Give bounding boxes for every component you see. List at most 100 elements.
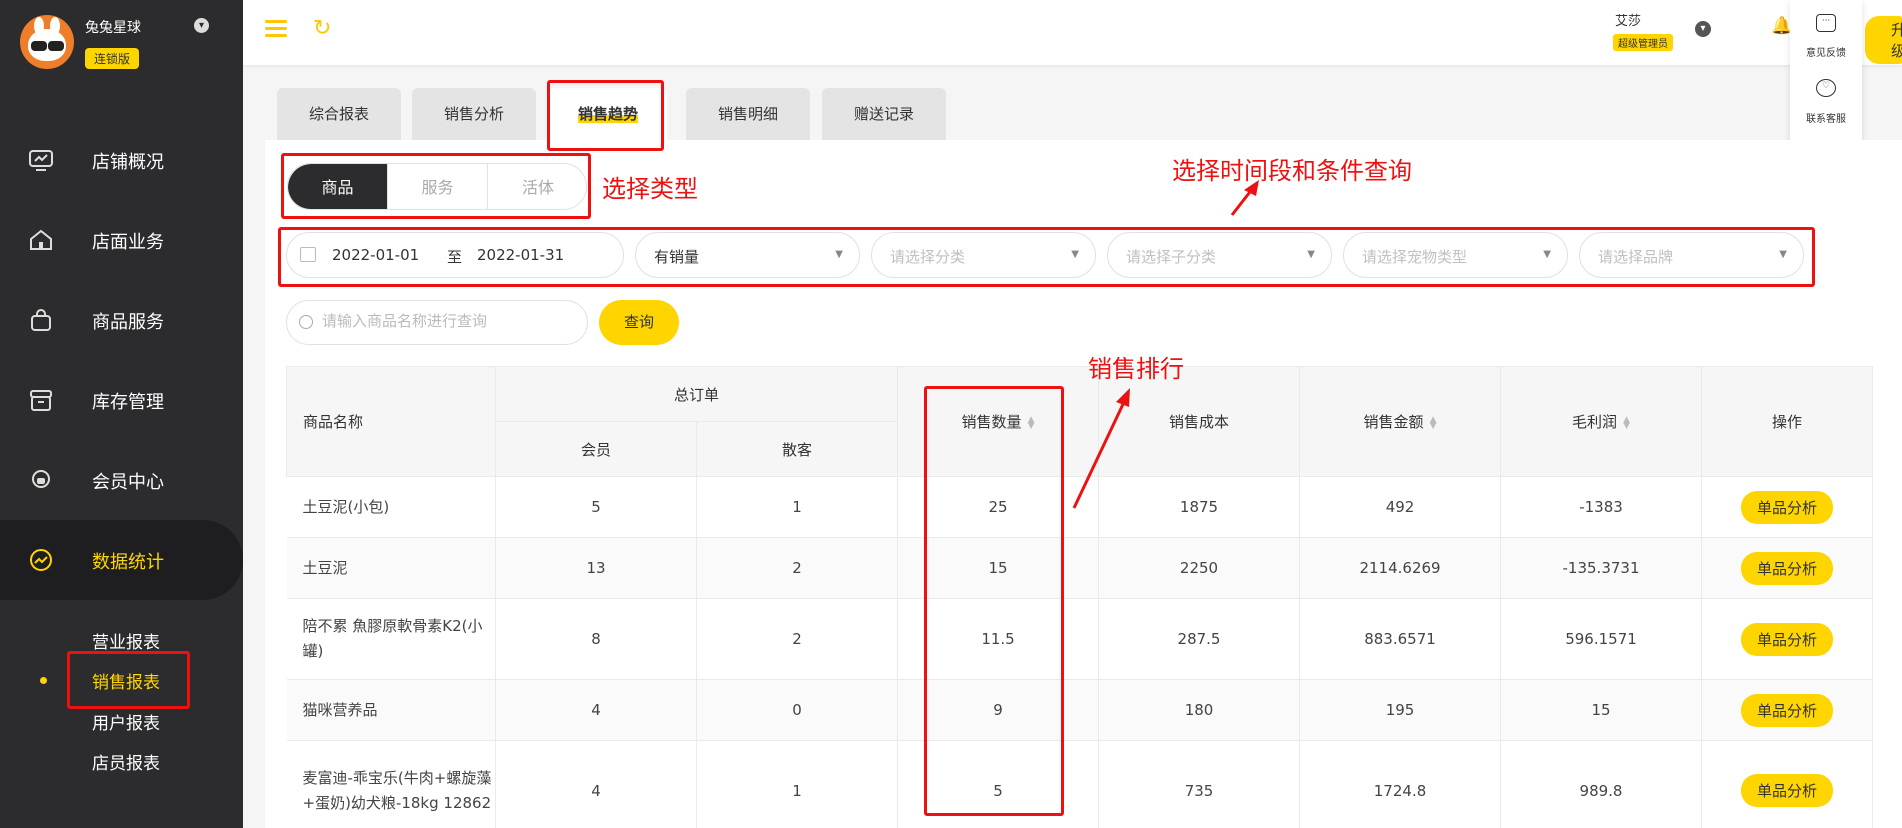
chevron-down-icon[interactable]: ▾: [1695, 21, 1711, 37]
nav-label: 商品服务: [92, 312, 164, 333]
annotation-box-filters: [278, 227, 1815, 287]
monitor-icon: [29, 150, 53, 171]
cell-profit: -135.3731: [1500, 537, 1703, 599]
nav-item-member-center[interactable]: 会员中心: [0, 450, 243, 510]
annotation-box-tab: [547, 80, 664, 151]
cell-action: 单品分析: [1701, 740, 1874, 828]
cell-name: 陪不累 魚膠原軟骨素K2(小罐): [286, 598, 496, 680]
tab-sales-detail[interactable]: 销售明细: [686, 88, 810, 140]
nav-label: 会员中心: [92, 472, 164, 493]
tab-sales-analysis[interactable]: 销售分析: [412, 88, 536, 140]
cell-action: 单品分析: [1701, 679, 1874, 741]
cell-amount: 195: [1299, 679, 1502, 741]
single-analysis-button[interactable]: 单品分析: [1741, 490, 1834, 524]
nav-label: 店面业务: [92, 232, 164, 253]
store-name: 兔兔星球: [85, 20, 141, 36]
cell-name: 麦富迪-乖宝乐(牛肉+螺旋藻+蛋奶)幼犬粮-18kg 12862: [286, 740, 496, 828]
subnav-business-report[interactable]: 营业报表: [92, 628, 160, 653]
cell-member: 8: [495, 598, 697, 680]
topbar: ↻ 艾莎 超级管理员 ▾ 🔔 升级: [243, 0, 1902, 65]
bell-icon[interactable]: 🔔: [1771, 16, 1792, 36]
nav-item-goods-service[interactable]: 商品服务: [0, 290, 243, 350]
nav-item-store-overview[interactable]: 店铺概况: [0, 130, 243, 190]
cell-guest: 2: [696, 537, 899, 599]
cell-cost: 180: [1098, 679, 1301, 741]
header-label: 销售金额: [1363, 413, 1424, 431]
cell-amount: 883.6571: [1299, 598, 1502, 680]
headset-icon: [32, 470, 50, 488]
annotation-box-segment: [281, 153, 591, 219]
query-button[interactable]: 查询: [599, 300, 679, 345]
cell-amount: 2114.6269: [1299, 537, 1502, 599]
customer-service-icon[interactable]: ♡: [1816, 79, 1836, 97]
annotation-box-qty-column: [924, 386, 1064, 816]
cell-profit: 15: [1500, 679, 1703, 741]
chart-icon: [30, 549, 52, 571]
search-box: [286, 300, 588, 345]
nav-label: 库存管理: [92, 392, 164, 413]
cell-name: 土豆泥(小包): [286, 476, 496, 538]
header-sales-amount[interactable]: 销售金额 ▲ ▼: [1299, 366, 1502, 477]
cell-amount: 1724.8: [1299, 740, 1502, 828]
cell-name: 土豆泥: [286, 537, 496, 599]
annotation-box-sales-report: [67, 651, 190, 709]
user-role-badge: 超级管理员: [1613, 34, 1673, 51]
search-icon: [299, 315, 313, 329]
bag-icon: [31, 309, 51, 331]
search-input[interactable]: [322, 312, 572, 330]
table-row: 土豆泥 13 2 15 2250 2114.6269 -135.3731 单品分…: [286, 537, 1874, 599]
subnav-staff-report[interactable]: 店员报表: [92, 749, 160, 774]
nav-item-inventory[interactable]: 库存管理: [0, 370, 243, 430]
subnav-user-report[interactable]: 用户报表: [92, 709, 160, 734]
user-name: 艾莎: [1615, 14, 1642, 29]
active-dot: [40, 677, 47, 684]
header-guest: 散客: [695, 421, 899, 477]
nav-item-data-stats[interactable]: 数据统计: [0, 520, 243, 600]
annotation-time-filter: 选择时间段和条件查询: [1172, 157, 1412, 185]
cell-guest: 1: [696, 476, 899, 538]
single-analysis-button[interactable]: 单品分析: [1741, 774, 1834, 807]
cell-profit: -1383: [1500, 476, 1703, 538]
single-analysis-button[interactable]: 单品分析: [1741, 693, 1834, 727]
sort-icon[interactable]: ▲ ▼: [1623, 415, 1630, 430]
home-icon: [30, 229, 52, 250]
table-row: 麦富迪-乖宝乐(牛肉+螺旋藻+蛋奶)幼犬粮-18kg 12862 4 1 5 7…: [286, 740, 1874, 828]
cell-amount: 492: [1299, 476, 1502, 538]
cell-member: 4: [495, 679, 697, 741]
header-product-name: 商品名称: [286, 366, 496, 477]
nav-label: 数据统计: [92, 552, 164, 573]
cell-guest: 2: [696, 598, 899, 680]
feedback-panel: ··· 意见反馈 ♡ 联系客服 ⌄: [1790, 0, 1862, 160]
feedback-label[interactable]: 意见反馈: [1790, 44, 1862, 59]
store-edition-badge: 连锁版: [85, 48, 140, 69]
single-analysis-button[interactable]: 单品分析: [1741, 551, 1834, 585]
cell-cost: 735: [1098, 740, 1301, 828]
cell-cost: 2250: [1098, 537, 1301, 599]
box-icon: [30, 390, 52, 411]
tab-overall-report[interactable]: 综合报表: [277, 88, 401, 140]
cell-member: 4: [495, 740, 697, 828]
cell-member: 5: [495, 476, 697, 538]
header-total-orders: 总订单: [494, 366, 899, 422]
single-analysis-button[interactable]: 单品分析: [1741, 622, 1834, 656]
menu-icon[interactable]: [265, 20, 287, 38]
refresh-icon[interactable]: ↻: [313, 16, 331, 41]
sales-table: 商品名称 总订单 销售数量 ▲ ▼ 销售成本 销售金额 ▲ ▼ 毛利润 ▲ ▼ 操作 会员 …: [286, 366, 1874, 828]
header-gross-profit[interactable]: 毛利润 ▲ ▼: [1500, 366, 1703, 477]
header-member: 会员: [495, 421, 697, 477]
cell-guest: 0: [696, 679, 899, 741]
cell-member: 13: [495, 537, 697, 599]
upgrade-button[interactable]: 升级: [1865, 16, 1902, 64]
annotation-sales-rank: 销售排行: [1088, 355, 1184, 383]
chevron-down-icon[interactable]: ▾: [194, 18, 209, 33]
tab-gift-record[interactable]: 赠送记录: [822, 88, 946, 140]
header-label: 毛利润: [1572, 413, 1618, 431]
header-action: 操作: [1701, 366, 1874, 477]
customer-service-label[interactable]: 联系客服: [1790, 110, 1862, 125]
nav-item-store-business[interactable]: 店面业务: [0, 210, 243, 270]
cell-cost: 287.5: [1098, 598, 1301, 680]
cell-name: 猫咪营养品: [286, 679, 496, 741]
feedback-icon[interactable]: ···: [1816, 14, 1836, 32]
cell-profit: 989.8: [1500, 740, 1703, 828]
sort-icon[interactable]: ▲ ▼: [1430, 415, 1437, 430]
